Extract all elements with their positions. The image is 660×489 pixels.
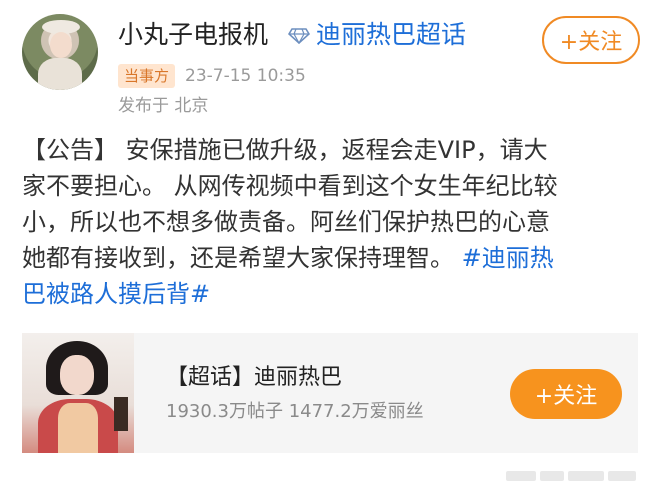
post-line: 家不要担心。 从网传视频中看到这个女生年纪比较	[22, 172, 558, 200]
avatar-face	[50, 32, 72, 58]
username[interactable]: 小丸子电报机	[118, 16, 268, 54]
diamond-icon	[288, 28, 310, 44]
watermark-block	[540, 471, 564, 481]
post-line: 【公告】 安保措施已做升级，返程会走VIP，请大	[22, 136, 548, 164]
post-line: 小，所以也不想多做责备。阿丝们保护热巴的心意	[22, 208, 550, 236]
watermark-block	[568, 471, 604, 481]
post-line: 她都有接收到，还是希望大家保持理智。 #迪丽热	[22, 240, 642, 276]
cover-robe-inner	[58, 403, 98, 453]
hashtag-link-continued[interactable]: 巴被路人摸后背#	[22, 280, 210, 308]
post-body: 【公告】 安保措施已做升级，返程会走VIP，请大 家不要担心。 从网传视频中看到…	[22, 132, 642, 312]
supertopic-cover-image	[22, 333, 134, 453]
post-line-text: 她都有接收到，还是希望大家保持理智。	[22, 244, 454, 272]
post-location: 发布于 北京	[118, 96, 209, 116]
supertopic-card[interactable]: 【超话】迪丽热巴 1930.3万帖子 1477.2万爱丽丝 +关注	[22, 333, 638, 453]
avatar[interactable]	[22, 14, 98, 90]
hashtag-link[interactable]: #迪丽热	[462, 244, 554, 272]
meta-row: 当事方 23-7-15 10:35	[118, 64, 306, 88]
watermark-block	[506, 471, 536, 481]
watermark	[506, 466, 646, 482]
supertopic-stats: 1930.3万帖子 1477.2万爱丽丝	[166, 401, 424, 422]
avatar-body	[38, 58, 82, 90]
post-timestamp: 23-7-15 10:35	[185, 66, 306, 86]
supertopic-follow-button[interactable]: +关注	[510, 369, 622, 419]
post-line: 巴被路人摸后背#	[22, 276, 642, 312]
status-badge: 当事方	[118, 64, 176, 88]
watermark-block	[608, 471, 636, 481]
cover-face	[60, 355, 94, 395]
supertopic-title: 【超话】迪丽热巴	[166, 365, 343, 390]
follow-button[interactable]: +关注	[542, 16, 640, 64]
post-header: 小丸子电报机 迪丽热巴超话 +关注 当事方 23-7-15 10:35 发布于 …	[22, 14, 642, 124]
cover-calligraphy	[114, 397, 128, 431]
supertopic-link[interactable]: 迪丽热巴超话	[316, 16, 466, 54]
